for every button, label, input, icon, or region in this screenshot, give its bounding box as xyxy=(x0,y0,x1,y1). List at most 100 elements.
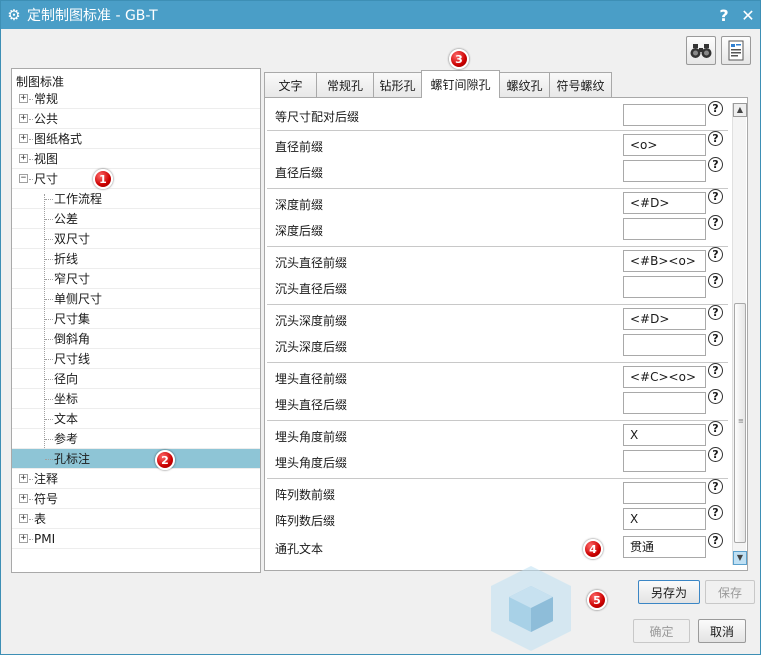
help-icon[interactable]: ? xyxy=(708,331,723,346)
help-icon[interactable]: ? xyxy=(708,157,723,172)
help-icon[interactable]: ? xyxy=(708,215,723,230)
help-icon[interactable]: ? xyxy=(708,273,723,288)
annotation-marker-3: 3 xyxy=(449,49,469,69)
help-icon[interactable]: ? xyxy=(708,131,723,146)
field-input[interactable]: <#D> xyxy=(623,308,706,330)
expand-icon[interactable]: + xyxy=(19,494,28,503)
tree-item[interactable]: 公差 xyxy=(12,209,260,229)
collapse-icon[interactable]: − xyxy=(19,174,28,183)
tree-item[interactable]: 工作流程 xyxy=(12,189,260,209)
tree-item[interactable]: 窄尺寸 xyxy=(12,269,260,289)
tab-2[interactable]: 常规孔 xyxy=(316,72,374,97)
tab-1[interactable]: 文字 xyxy=(264,72,317,97)
report-button[interactable] xyxy=(721,36,751,65)
help-icon[interactable]: ? xyxy=(708,421,723,436)
tree-item[interactable]: 坐标 xyxy=(12,389,260,409)
tab-6[interactable]: 符号螺纹 xyxy=(549,72,612,97)
tree-item[interactable]: 双尺寸 xyxy=(12,229,260,249)
field-label: 通孔文本 xyxy=(275,542,324,556)
tree-item[interactable]: + 公共 xyxy=(12,109,260,129)
tree-item[interactable]: + 图纸格式 xyxy=(12,129,260,149)
help-icon[interactable]: ? xyxy=(708,389,723,404)
tab-4[interactable]: 螺钉间隙孔 xyxy=(421,70,500,98)
tree-item[interactable]: 径向 xyxy=(12,369,260,389)
field-input[interactable] xyxy=(623,450,706,472)
tree-item-label: 尺寸 xyxy=(34,172,59,186)
field-input[interactable] xyxy=(623,334,706,356)
field-label: 埋头角度前缀 xyxy=(275,430,348,444)
save-as-button[interactable]: 另存为 xyxy=(638,580,700,604)
watermark-cube-icon xyxy=(491,566,571,651)
field-input[interactable] xyxy=(623,482,706,504)
tree-item-label: 参考 xyxy=(54,432,79,446)
expand-icon[interactable]: + xyxy=(19,114,28,123)
field-label: 深度前缀 xyxy=(275,198,324,212)
expand-icon[interactable]: + xyxy=(19,94,28,103)
tree-item-label: 注释 xyxy=(34,472,59,486)
field-input[interactable]: <#D> xyxy=(623,192,706,214)
field-input[interactable] xyxy=(623,104,706,126)
help-icon[interactable]: ? xyxy=(708,447,723,462)
vertical-scrollbar[interactable]: ▲ ≡ ▼ xyxy=(732,103,747,565)
expand-icon[interactable]: + xyxy=(19,514,28,523)
help-icon[interactable]: ? xyxy=(708,363,723,378)
scroll-thumb[interactable]: ≡ xyxy=(734,303,746,543)
field-label: 埋头角度后缀 xyxy=(275,456,348,470)
field-input[interactable]: <o> xyxy=(623,134,706,156)
scroll-down-button[interactable]: ▼ xyxy=(733,551,747,565)
help-icon[interactable]: ? xyxy=(708,247,723,262)
help-icon[interactable]: ? xyxy=(708,533,723,548)
field-label: 沉头深度后缀 xyxy=(275,340,348,354)
expand-icon[interactable]: + xyxy=(19,134,28,143)
tree-item-label: 尺寸线 xyxy=(54,352,91,366)
scroll-up-button[interactable]: ▲ xyxy=(733,103,747,117)
tree-item[interactable]: 文本 xyxy=(12,409,260,429)
cancel-button[interactable]: 取消 xyxy=(698,619,746,643)
tree-item[interactable]: + 注释 xyxy=(12,469,260,489)
tree-item-label: PMI xyxy=(34,531,56,546)
expand-icon[interactable]: + xyxy=(19,154,28,163)
find-button[interactable] xyxy=(686,36,716,65)
help-icon[interactable]: ? xyxy=(708,305,723,320)
annotation-marker-1: 1 xyxy=(93,169,113,189)
gear-icon: ⚙ xyxy=(7,6,21,24)
help-icon[interactable]: ? xyxy=(708,505,723,520)
tree-item[interactable]: + PMI xyxy=(12,529,260,549)
field-input[interactable] xyxy=(623,218,706,240)
tree-item[interactable]: 参考 xyxy=(12,429,260,449)
field-input[interactable]: X xyxy=(623,424,706,446)
field-input[interactable]: <#B><o> xyxy=(623,250,706,272)
tree-item[interactable]: + 表 xyxy=(12,509,260,529)
tree-item-label: 坐标 xyxy=(54,392,79,406)
field-input[interactable]: 贯通 xyxy=(623,536,706,558)
tree-item[interactable]: 单侧尺寸 xyxy=(12,289,260,309)
tree-item[interactable]: − 尺寸 xyxy=(12,169,260,189)
tree-item[interactable]: + 常规 xyxy=(12,89,260,109)
tree-item[interactable]: 尺寸集 xyxy=(12,309,260,329)
dialog-window: ⚙ 定制制图标准 - GB-T ? ✕ 制图标准 + 常规 + 公共 + 图纸格… xyxy=(0,0,761,655)
tree-item[interactable]: 尺寸线 xyxy=(12,349,260,369)
title-bar: ⚙ 定制制图标准 - GB-T ? ✕ xyxy=(1,1,760,29)
field-input[interactable]: X xyxy=(623,508,706,530)
tree-item[interactable]: + 视图 xyxy=(12,149,260,169)
save-button[interactable]: 保存 xyxy=(705,580,755,604)
field-input[interactable] xyxy=(623,392,706,414)
close-button[interactable]: ✕ xyxy=(736,6,760,25)
expand-icon[interactable]: + xyxy=(19,474,28,483)
expand-icon[interactable]: + xyxy=(19,534,28,543)
tree-item-label: 折线 xyxy=(54,252,79,266)
tab-3[interactable]: 钻形孔 xyxy=(373,72,422,97)
field-input[interactable] xyxy=(623,276,706,298)
field-input[interactable] xyxy=(623,160,706,182)
help-icon[interactable]: ? xyxy=(708,189,723,204)
tree-item[interactable]: 折线 xyxy=(12,249,260,269)
help-button[interactable]: ? xyxy=(712,6,736,25)
field-input[interactable]: <#C><o> xyxy=(623,366,706,388)
tree-item[interactable]: 孔标注 xyxy=(12,449,260,469)
tab-5[interactable]: 螺纹孔 xyxy=(499,72,550,97)
tree-item[interactable]: 倒斜角 xyxy=(12,329,260,349)
help-icon[interactable]: ? xyxy=(708,479,723,494)
ok-button[interactable]: 确定 xyxy=(633,619,690,643)
help-icon[interactable]: ? xyxy=(708,101,723,116)
tree-item[interactable]: + 符号 xyxy=(12,489,260,509)
